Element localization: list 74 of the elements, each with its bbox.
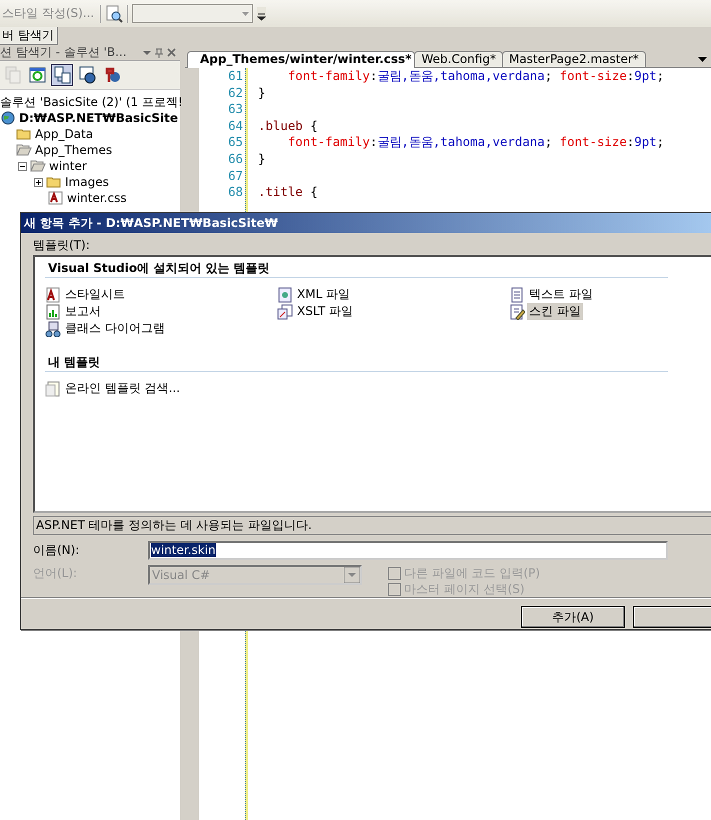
tree-item[interactable]: 솔루션 'BasicSite (2)' (1 프로젝! [0,94,183,110]
line-number: 63 [227,101,243,118]
dropdown-arrow-icon [242,12,250,16]
dialog-button[interactable] [633,606,711,628]
expand-icon[interactable] [34,178,43,186]
open-folder-icon [30,158,46,174]
pin-icon[interactable] [155,48,163,58]
code-line: } [258,84,266,102]
code-line: font-family:굴림,돋움,tahoma,verdana; font-size:9pt; [286,134,664,151]
name-field[interactable]: winter.skin [148,540,668,560]
option-label: 다른 파일에 코드 입력(P) [404,564,540,582]
template-item[interactable]: 스타일시트 [63,286,127,303]
close-icon[interactable] [167,48,176,57]
stylesheet-icon [45,286,61,302]
document-tab[interactable]: App_Themes/winter/winter.css* [187,51,416,68]
window-globe-icon [78,66,96,84]
add-button[interactable]: 추가(A) [521,606,625,628]
template-item[interactable]: 클래스 다이어그램 [63,320,167,337]
group-heading: 내 템플릿 [45,353,668,372]
panel-title: 션 탐색기 - 솔루션 'B... [0,45,128,61]
tree-item[interactable]: winter.css [67,191,127,205]
refresh-icon [28,66,46,84]
dropdown-field[interactable] [132,4,254,23]
overflow-chevron-icon[interactable] [257,6,266,20]
tree-item[interactable]: Images [65,175,109,189]
line-number: 65 [227,134,243,151]
line-number: 68 [227,184,243,201]
tree-item[interactable]: App_Themes [35,143,112,157]
code-line: .title { [258,184,319,201]
xml-document-icon [277,286,293,302]
text-document-icon [509,286,525,302]
line-number: 67 [227,168,243,184]
template-document-icon [45,380,61,396]
report-icon [45,304,61,320]
templates-label: 템플릿(T): [33,237,91,254]
option-label: 마스터 페이지 선택(S) [404,580,525,598]
collapse-icon[interactable] [18,162,27,170]
template-item[interactable]: XSLT 파일 [295,303,356,320]
code-line: .blueb { [258,118,319,134]
template-item[interactable]: 스킨 파일 [527,303,583,320]
code-line: font-family:굴림,돋움,tahoma,verdana; font-size:9pt; [286,68,664,85]
document-tab[interactable]: Web.Config* [414,51,503,67]
template-item[interactable]: 온라인 템플릿 검색... [63,380,182,397]
document-copy-icon [4,66,20,84]
hammer-globe-icon [104,66,120,84]
dropdown-arrow-icon [344,567,360,583]
template-item[interactable]: 텍스트 파일 [527,286,595,303]
nested-files-icon [54,66,70,84]
name-label: 이름(N): [33,542,80,558]
tree-item[interactable]: App_Data [35,127,94,141]
document-tab[interactable]: MasterPage2.master* [502,51,646,67]
description-bar: ASP.NET 테마를 정의하는 데 사용되는 파일입니다. [33,516,711,535]
template-item[interactable]: XML 파일 [295,286,352,303]
explorer-tab[interactable]: 버 탐색기 [0,27,58,45]
open-folder-icon [16,142,32,158]
line-number: 64 [227,118,243,134]
class-diagram-icon [45,320,61,336]
tree-item[interactable]: winter [49,159,87,173]
magnifier-document-icon[interactable] [105,4,124,22]
tree-item[interactable]: D:₩ASP.NET₩BasicSite [19,111,178,125]
transform-document-icon [277,304,293,320]
code-line: } [258,150,266,168]
toolbar-button[interactable] [51,64,73,86]
stylesheet-icon [48,190,64,206]
dropdown-arrow-icon[interactable] [698,57,707,62]
edit-document-icon [509,304,525,320]
line-number: 61 [227,68,243,85]
line-number: 66 [227,150,243,168]
globe-icon [0,110,16,126]
dialog-title-bar: 새 항목 추가 - D:₩ASP.NET₩BasicSite₩ [21,213,711,233]
language-label: 언어(L): [33,565,78,582]
line-number: 62 [227,84,243,102]
template-item[interactable]: 보고서 [63,303,103,320]
group-heading: Visual Studio에 설치되어 있는 템플릿 [45,259,668,278]
